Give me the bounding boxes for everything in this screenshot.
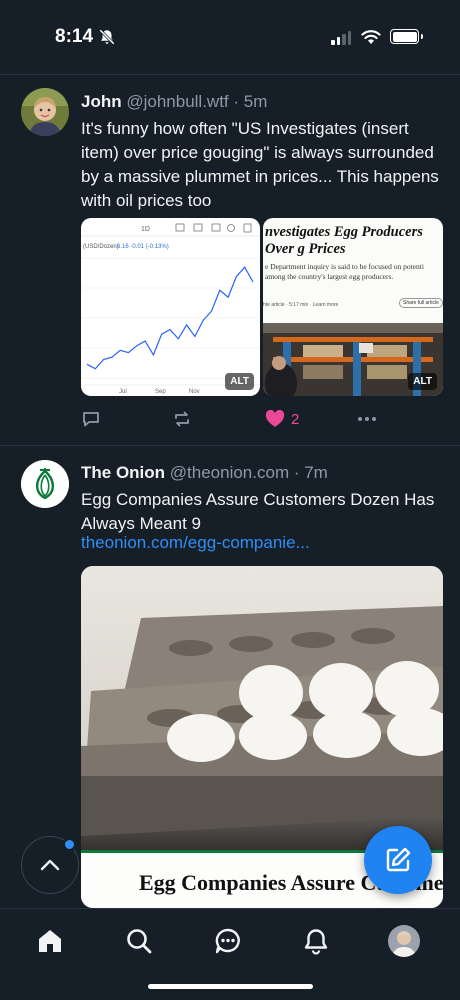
more-options-button[interactable] xyxy=(357,408,377,430)
chart-image[interactable]: 1D (USD/Dozen) 6.16 -0.01 (-0.13%) Jul Se… xyxy=(81,218,260,396)
chevron-up-icon xyxy=(40,859,60,871)
wifi-icon xyxy=(361,30,381,44)
price-chart: 1D (USD/Dozen) 6.16 -0.01 (-0.13%) Jul Se… xyxy=(81,223,260,395)
tab-chat[interactable] xyxy=(212,925,244,957)
battery-icon xyxy=(390,29,423,44)
search-icon xyxy=(127,929,152,954)
profile-avatar xyxy=(388,925,420,957)
post-link[interactable]: theonion.com/egg-companie... xyxy=(81,533,310,553)
author-name[interactable]: The Onion xyxy=(81,463,165,482)
bell-off-icon xyxy=(99,29,115,45)
chart-toolbar-label: 1D xyxy=(141,226,150,233)
reply-icon xyxy=(83,412,99,427)
alt-badge[interactable]: ALT xyxy=(225,373,254,390)
post-age: · 7m xyxy=(293,463,328,482)
author-handle[interactable]: @theonion.com xyxy=(170,463,289,482)
tab-notifications[interactable] xyxy=(300,925,332,957)
repost-icon xyxy=(175,411,189,427)
egg-carton-photo xyxy=(81,566,443,850)
reply-button[interactable] xyxy=(81,408,101,430)
news-screenshot-image[interactable]: nvestigates Egg Producers Over g Prices … xyxy=(263,218,443,396)
compose-pencil-icon xyxy=(386,847,411,872)
post-actions: 2 xyxy=(81,408,381,430)
alt-badge[interactable]: ALT xyxy=(408,373,437,390)
chart-header: (USD/Dozen) xyxy=(83,244,119,250)
compose-button[interactable] xyxy=(364,826,432,894)
bell-icon xyxy=(304,929,328,955)
like-count: 2 xyxy=(291,410,300,428)
tab-home[interactable] xyxy=(34,925,66,957)
repost-button[interactable] xyxy=(172,408,192,430)
avatar-john[interactable] xyxy=(21,88,69,136)
share-full-article: Share full article xyxy=(399,298,443,308)
status-time: 8:14 xyxy=(55,26,94,47)
onion-logo-icon xyxy=(21,460,69,508)
tab-profile-avatar[interactable] xyxy=(388,925,420,957)
heart-filled-icon xyxy=(265,410,285,427)
status-bar: 8:14 xyxy=(0,0,460,74)
post-text: Egg Companies Assure Customers Dozen Has… xyxy=(81,490,435,533)
author-name[interactable]: John xyxy=(81,92,122,111)
tab-search[interactable] xyxy=(123,925,155,957)
new-posts-indicator xyxy=(63,838,76,851)
more-dots-icon xyxy=(358,417,376,421)
chart-x-tick-label: Nov xyxy=(189,389,200,395)
news-byline: hte article · 5:17 min · Learn more xyxy=(263,302,339,308)
home-icon xyxy=(39,930,61,952)
home-indicator xyxy=(148,984,313,989)
chart-readout: 6.16 -0.01 (-0.13%) xyxy=(117,244,169,250)
news-subtext: e Department inquiry is said to be focus… xyxy=(265,262,424,281)
post-header: The Onion @theonion.com · 7m xyxy=(81,463,328,483)
author-handle[interactable]: @johnbull.wtf xyxy=(126,92,228,111)
avatar-the-onion[interactable] xyxy=(21,460,69,508)
post-text: It's funny how often "US Investigates (i… xyxy=(81,119,439,210)
chart-x-tick-label: Sep xyxy=(155,389,166,395)
post-age: · 5m xyxy=(233,92,268,111)
post-header: John @johnbull.wtf · 5m xyxy=(81,92,267,112)
chart-x-tick-label: Jul xyxy=(119,389,127,395)
chart-toolbar: 1D xyxy=(141,223,252,233)
news-headline: nvestigates Egg Producers Over g Prices xyxy=(265,224,423,257)
cellular-signal-icon xyxy=(331,30,351,45)
like-button[interactable]: 2 xyxy=(265,408,299,430)
chat-icon xyxy=(215,928,240,954)
